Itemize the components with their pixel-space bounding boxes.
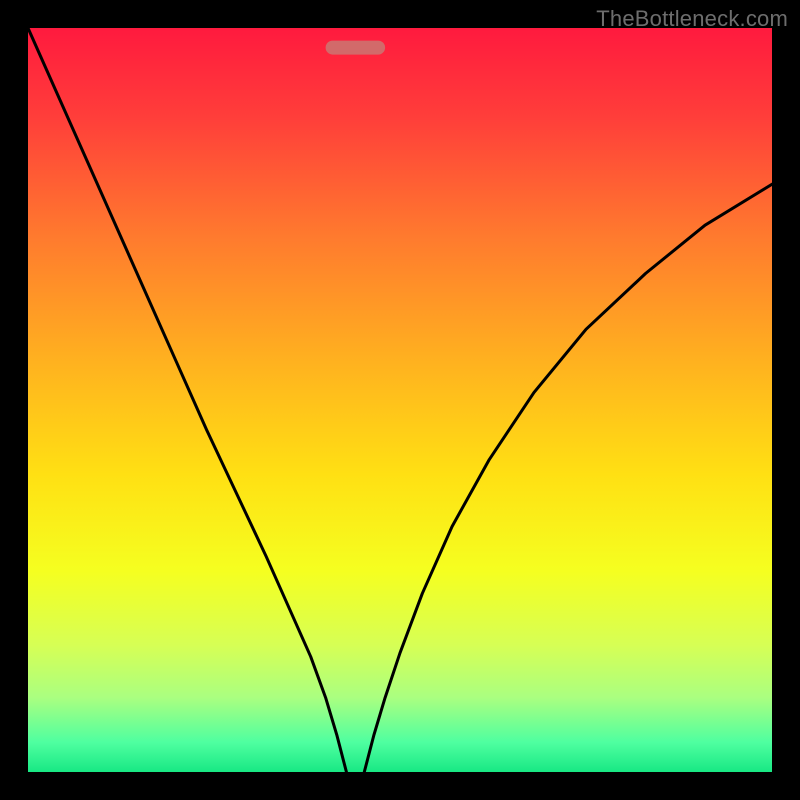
gradient-background bbox=[28, 28, 772, 772]
chart-frame: TheBottleneck.com bbox=[0, 0, 800, 800]
bottom-marker bbox=[326, 41, 386, 55]
plot-area bbox=[28, 28, 772, 772]
chart-svg bbox=[28, 28, 772, 772]
optimal-marker bbox=[326, 41, 386, 55]
